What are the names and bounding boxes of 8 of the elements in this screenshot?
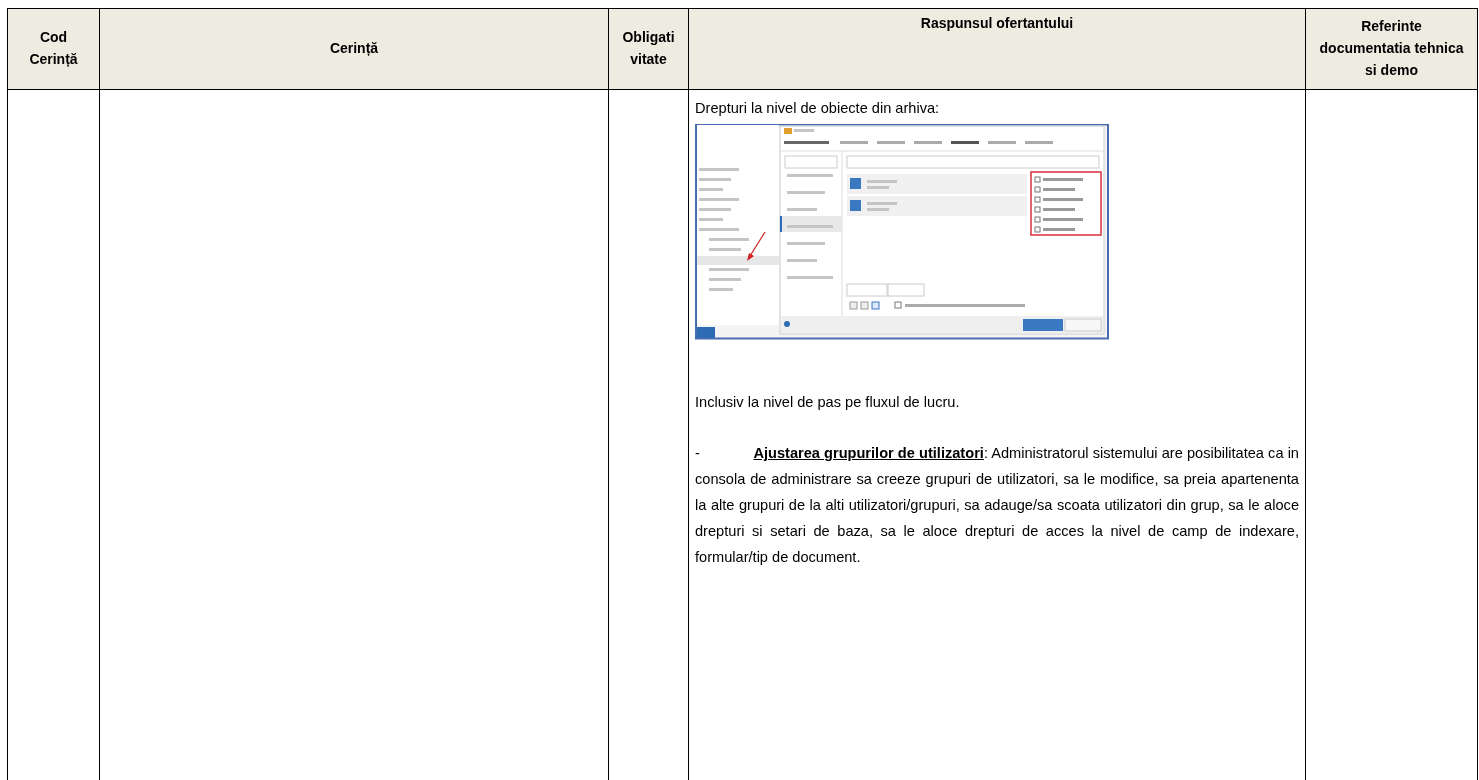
column-header: Cerință [329,40,379,57]
column-header: Raspunsul ofertantului [920,15,1074,31]
paragraph-text: - Ajustarea grupurilor de utilizatori: Administratorul sistemului are posibilitatea ca in consola de administrare sa creeze grupuri de utilizatori, sa le modifice, sa preia apartenenta la alte grupuri de la alti utilizatori/grupuri, sa adauge/sa scoata utilizatori din grup, sa le aloce drepturi si setari de baza, sa le aloce drepturi de acces la nivel de camp de indexare, formular/tip de document. [695,444,1299,567]
caption-text: Drepturi la nivel de obiecte din arhiva: [695,99,941,118]
column-header: Cod Cerință [29,29,78,67]
column-header: Referinte documentatia tehnica si demo [1319,18,1464,78]
note-text: Inclusiv la nivel de pas pe fluxul de lucru. [695,393,961,412]
column-header: Obligativitate [622,29,675,67]
